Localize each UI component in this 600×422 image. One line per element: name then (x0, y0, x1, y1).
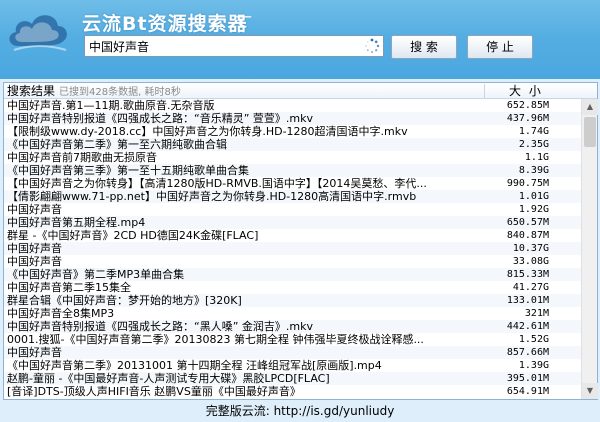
result-name: 群星合辑《中国好声音：梦开始的地方》[320K] (7, 294, 242, 307)
result-size: 10.37G (512, 243, 549, 254)
table-row[interactable]: 《中国好声音第二季》20131001 第十四期全程 汪峰组冠军战[原画版].mp… (4, 359, 581, 372)
scroll-up-arrow-icon[interactable]: ▲ (582, 99, 598, 115)
result-size: 442.61M (506, 321, 549, 332)
result-size: 654.91M (506, 386, 549, 397)
scroll-down-arrow-icon[interactable]: ▼ (582, 383, 598, 399)
result-size: 990.75M (506, 178, 549, 189)
table-row[interactable]: 群星合辑《中国好声音：梦开始的地方》[320K] 133.01M (4, 294, 581, 307)
result-name: [音译]DTS-顶级人声HIFI音乐 赵鹏VS童丽《中国最好声音》 (7, 385, 301, 398)
column-divider[interactable] (484, 84, 485, 98)
result-size: 1.74G (518, 126, 549, 137)
result-size: 8.39G (518, 165, 549, 176)
result-size: 857.66M (506, 347, 549, 358)
table-row[interactable]: [音译]DTS-顶级人声HIFI音乐 赵鹏VS童丽《中国最好声音》 654.91M (4, 385, 581, 398)
results-list: 中国好声音.第1—11期.歌曲原音.无杂音版 652.85M 中国好声音特别报道《四… (4, 99, 581, 399)
result-size: 650.57M (506, 217, 549, 228)
result-name: 中国好声音前7期歌曲无损原音 (7, 151, 157, 164)
column-header-size[interactable]: 大 小 (509, 83, 543, 99)
table-row[interactable]: 中国好声音特别报道《四强成长之路：“黑人嗓” 金润吉》.mkv 442.61M (4, 320, 581, 333)
table-row[interactable]: 《中国好声音第三季》第一至十五期纯歌单曲合集 8.39G (4, 164, 581, 177)
result-name: 《中国好声音》第二季MP3单曲合集 (7, 268, 185, 281)
search-input[interactable] (84, 35, 384, 57)
result-name: 中国好声音 (7, 203, 62, 216)
stop-button[interactable]: 停 止 (467, 35, 533, 59)
result-name: 0001.搜狐-《中国好声音第二季》20130823 第七期全程 钟伟强毕夏终极… (7, 333, 424, 346)
result-name: 中国好声音全8集MP3 (7, 307, 115, 320)
table-row[interactable]: 中国好声音第五期全程.mp4 650.57M (4, 216, 581, 229)
app-title: 云流Bt资源搜索器 (82, 13, 248, 35)
result-size: 395.01M (506, 373, 549, 384)
result-name: 群星 -《中国好声音》2CD HD德国24K金碟[FLAC] (7, 229, 259, 242)
table-row[interactable]: 《中国好声音第二季》第一至六期纯歌曲合辑 2.35G (4, 138, 581, 151)
table-row[interactable]: 中国好声音.第1—11期.歌曲原音.无杂音版 652.85M (4, 99, 581, 112)
result-size: 437.96M (506, 113, 549, 124)
result-name: 中国好声音 (7, 346, 62, 359)
result-size: 1.39G (518, 360, 549, 371)
result-size: 41.27G (512, 282, 549, 293)
loading-spinner-icon (365, 38, 380, 53)
table-row[interactable]: 中国好声音 10.37G (4, 242, 581, 255)
table-row[interactable]: 中国好声音全8集MP3 321M (4, 307, 581, 320)
footer-link[interactable]: http://is.gd/yunliudy (274, 404, 395, 418)
result-name: 《中国好声音第三季》第一至十五期纯歌单曲合集 (7, 164, 249, 177)
vertical-scrollbar[interactable]: ▲ ▼ (581, 99, 598, 399)
table-row[interactable]: 【倩影翩翩www.71-pp.net】中国好声音之为你转身.HD-1280高清国… (4, 190, 581, 203)
minimize-button[interactable]: — (234, 8, 252, 26)
result-size: 1.52G (518, 334, 549, 345)
result-name: 《中国好声音第二季》第一至六期纯歌曲合辑 (7, 138, 227, 151)
scroll-thumb[interactable] (584, 117, 596, 147)
result-name: 中国好声音 (7, 242, 62, 255)
result-size: 840.87M (506, 230, 549, 241)
result-size: 133.01M (506, 295, 549, 306)
title-bar: 云流Bt资源搜索器 — 搜 索 停 止 (0, 0, 600, 79)
result-name: 【中国好声音之为你转身】【高清1280版HD-RMVB.国语中字】【2014吴莫… (7, 177, 427, 190)
result-name: 中国好声音 (7, 255, 62, 268)
results-column-header: 搜索结果 已搜到428条数据, 耗时8秒 大 小 (4, 83, 597, 99)
result-size: 815.33M (506, 269, 549, 280)
search-status-text: 已搜到428条数据, 耗时8秒 (59, 87, 181, 98)
result-name: 《中国好声音第二季》20131001 第十四期全程 汪峰组冠军战[原画版].mp… (7, 359, 382, 372)
result-name: 中国好声音第二季15集全 (7, 281, 131, 294)
result-name: 中国好声音特别报道《四强成长之路：“黑人嗓” 金润吉》.mkv (7, 320, 313, 333)
results-panel: 搜索结果 已搜到428条数据, 耗时8秒 大 小 中国好声音.第1—11期.歌曲原… (3, 82, 598, 400)
search-button[interactable]: 搜 索 (391, 35, 457, 59)
results-heading: 搜索结果 (7, 84, 56, 98)
result-size: 33.08G (512, 256, 549, 267)
result-size: 2.35G (518, 139, 549, 150)
result-name: 【限制级www.dy-2018.cc】中国好声音之为你转身.HD-1280超清国… (7, 125, 408, 138)
footer-label: 完整版云流: (205, 404, 270, 418)
footer: 完整版云流: http://is.gd/yunliudy (0, 401, 600, 422)
result-name: 中国好声音.第1—11期.歌曲原音.无杂音版 (7, 99, 215, 112)
result-name: 中国好声音特别报道《四强成长之路：“音乐精灵” 萱萱》.mkv (7, 112, 313, 125)
table-row[interactable]: 中国好声音前7期歌曲无损原音 1.1G (4, 151, 581, 164)
column-header-name[interactable]: 搜索结果 已搜到428条数据, 耗时8秒 (7, 83, 181, 99)
table-row[interactable]: 中国好声音 857.66M (4, 346, 581, 359)
result-name: 【倩影翩翩www.71-pp.net】中国好声音之为你转身.HD-1280高清国… (7, 190, 417, 203)
table-row[interactable]: 0001.搜狐-《中国好声音第二季》20130823 第七期全程 钟伟强毕夏终极… (4, 333, 581, 346)
result-size: 1.92G (518, 204, 549, 215)
result-size: 652.85M (506, 100, 549, 111)
result-name: 中国好声音第五期全程.mp4 (7, 216, 146, 229)
result-size: 321M (524, 308, 549, 319)
table-row[interactable]: 中国好声音第二季15集全 41.27G (4, 281, 581, 294)
table-row[interactable]: 群星 -《中国好声音》2CD HD德国24K金碟[FLAC] 840.87M (4, 229, 581, 242)
result-size: 1.01G (518, 191, 549, 202)
cloud-logo-icon (9, 15, 67, 51)
result-name: 赵鹏-童丽 -《中国最好声音-人声测试专用大碟》黑胶LPCD[FLAC] (7, 372, 330, 385)
table-row[interactable]: 中国好声音特别报道《四强成长之路：“音乐精灵” 萱萱》.mkv 437.96M (4, 112, 581, 125)
table-row[interactable]: 【限制级www.dy-2018.cc】中国好声音之为你转身.HD-1280超清国… (4, 125, 581, 138)
table-row[interactable]: 中国好声音 1.92G (4, 203, 581, 216)
result-size: 1.1G (524, 152, 549, 163)
table-row[interactable]: 【中国好声音之为你转身】【高清1280版HD-RMVB.国语中字】【2014吴莫… (4, 177, 581, 190)
table-row[interactable]: 《中国好声音》第二季MP3单曲合集 815.33M (4, 268, 581, 281)
table-row[interactable]: 中国好声音 33.08G (4, 255, 581, 268)
table-row[interactable]: 赵鹏-童丽 -《中国最好声音-人声测试专用大碟》黑胶LPCD[FLAC] 395.… (4, 372, 581, 385)
